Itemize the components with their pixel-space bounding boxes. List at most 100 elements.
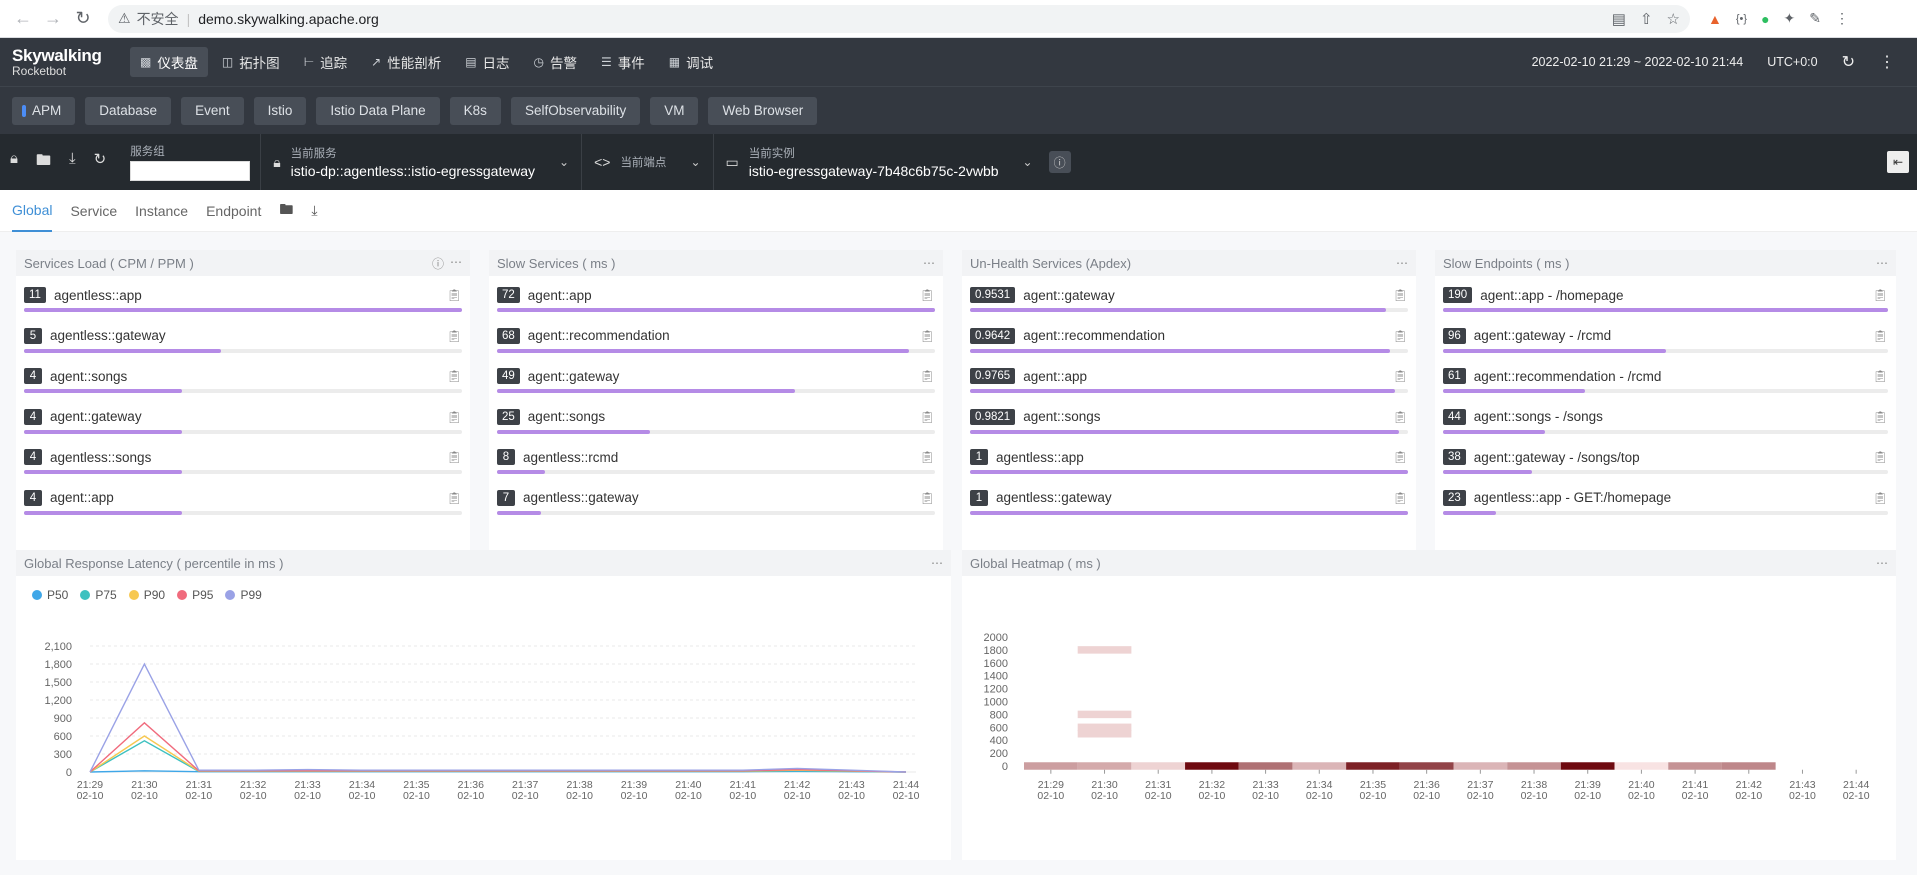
layer-tab-7[interactable]: VM	[650, 96, 699, 125]
clipboard-icon[interactable]: 📋︎	[1873, 410, 1888, 424]
list-item[interactable]: 190 agent::app - /homepage 📋︎	[1443, 282, 1888, 323]
clipboard-icon[interactable]: 📋︎	[447, 329, 462, 343]
layer-tab-6[interactable]: SelfObservability	[510, 96, 641, 125]
more-icon[interactable]: ⋯	[923, 256, 935, 270]
list-item[interactable]: 1 agentless::gateway 📋︎	[970, 485, 1408, 526]
instance-selector[interactable]: ▭ 当前实例 istio-egressgateway-7b48c6b75c-2v…	[712, 134, 1045, 190]
nav-item-7[interactable]: ▦ 调试	[659, 47, 723, 77]
layer-tab-3[interactable]: Istio	[253, 96, 307, 125]
list-item[interactable]: 23 agentless::app - GET:/homepage 📋︎	[1443, 485, 1888, 526]
reload-icon[interactable]: ↻	[68, 4, 98, 34]
list-item[interactable]: 96 agent::gateway - /rcmd 📋︎	[1443, 323, 1888, 364]
nav-item-0[interactable]: ▩ 仪表盘	[130, 47, 208, 77]
clipboard-icon[interactable]: 📋︎	[920, 329, 935, 343]
list-item[interactable]: 44 agent::songs - /songs 📋︎	[1443, 404, 1888, 445]
info-icon[interactable]: ⓘ	[432, 255, 444, 272]
evernote-icon[interactable]: ●	[1761, 11, 1769, 27]
refresh-icon[interactable]: ↻	[1842, 52, 1855, 72]
layer-tab-5[interactable]: K8s	[449, 96, 501, 125]
puzzle-icon[interactable]: ✦	[1784, 10, 1796, 27]
clipboard-icon[interactable]: 📋︎	[1393, 369, 1408, 383]
menu-icon[interactable]: ⋮	[1835, 10, 1849, 27]
more-icon[interactable]: ⋯	[1876, 256, 1888, 270]
bookmark-star-icon[interactable]: ☆	[1667, 10, 1680, 28]
layer-tab-1[interactable]: Database	[85, 96, 172, 125]
list-item[interactable]: 11 agentless::app 📋︎	[24, 282, 462, 323]
json-extension-icon[interactable]: {•}	[1736, 13, 1747, 25]
download-icon[interactable]: ⤓	[69, 150, 76, 175]
nav-item-6[interactable]: ☰ 事件	[591, 47, 655, 77]
legend-item[interactable]: P95	[177, 588, 213, 602]
list-item[interactable]: 0.9642 agent::recommendation 📋︎	[970, 323, 1408, 364]
list-item[interactable]: 61 agent::recommendation - /rcmd 📋︎	[1443, 363, 1888, 404]
more-icon[interactable]: ⋯	[1396, 256, 1408, 270]
dashboard-tab-3[interactable]: Endpoint	[206, 190, 261, 232]
timezone[interactable]: UTC+0:0	[1767, 55, 1817, 69]
layer-tab-8[interactable]: Web Browser	[708, 96, 818, 125]
clipboard-icon[interactable]: 📋︎	[920, 288, 935, 302]
clipboard-icon[interactable]: 📋︎	[1873, 450, 1888, 464]
profile-icon[interactable]: ✎	[1809, 10, 1821, 27]
list-item[interactable]: 72 agent::app 📋︎	[497, 282, 935, 323]
layer-tab-4[interactable]: Istio Data Plane	[316, 96, 440, 125]
folder-icon[interactable]: 🖿	[279, 199, 293, 223]
nav-item-5[interactable]: ◷ 告警	[524, 47, 587, 77]
list-item[interactable]: 4 agent::gateway 📋︎	[24, 404, 462, 445]
legend-item[interactable]: P90	[128, 588, 165, 602]
clipboard-icon[interactable]: 📋︎	[1393, 491, 1408, 505]
list-item[interactable]: 49 agent::gateway 📋︎	[497, 363, 935, 404]
list-item[interactable]: 4 agent::app 📋︎	[24, 485, 462, 526]
layer-tab-2[interactable]: Event	[181, 96, 244, 125]
forward-icon[interactable]: →	[38, 4, 68, 34]
nav-item-2[interactable]: ⊢ 追踪	[294, 47, 357, 77]
clipboard-icon[interactable]: 📋︎	[1393, 450, 1408, 464]
collapse-icon[interactable]: ⇤	[1887, 151, 1909, 173]
layer-tab-0[interactable]: APM	[12, 96, 76, 125]
list-item[interactable]: 1 agentless::app 📋︎	[970, 444, 1408, 485]
service-selector[interactable]: 🔒︎ 当前服务 istio-dp::agentless::istio-egres…	[260, 134, 581, 190]
legend-item[interactable]: P75	[80, 588, 117, 602]
more-icon[interactable]: ⋯	[450, 255, 462, 272]
more-icon[interactable]: ⋯	[1876, 556, 1888, 570]
sync-icon[interactable]: ↻	[94, 150, 107, 175]
dashboard-tab-2[interactable]: Instance	[135, 190, 188, 232]
list-item[interactable]: 0.9821 agent::songs 📋︎	[970, 404, 1408, 445]
list-item[interactable]: 4 agentless::songs 📋︎	[24, 444, 462, 485]
back-icon[interactable]: ←	[8, 4, 38, 34]
nav-item-4[interactable]: ▤ 日志	[455, 47, 519, 77]
folder-icon[interactable]: 🖿	[36, 150, 51, 175]
clipboard-icon[interactable]: 📋︎	[920, 410, 935, 424]
list-item[interactable]: 25 agent::songs 📋︎	[497, 404, 935, 445]
dashboard-tab-1[interactable]: Service	[70, 190, 117, 232]
share-icon[interactable]: ⇧	[1640, 10, 1653, 28]
clipboard-icon[interactable]: 📋︎	[920, 450, 935, 464]
clipboard-icon[interactable]: 📋︎	[1393, 410, 1408, 424]
extension-icon[interactable]: ▲	[1708, 11, 1722, 27]
more-menu-icon[interactable]: ⋮	[1879, 52, 1895, 72]
clipboard-icon[interactable]: 📋︎	[447, 410, 462, 424]
legend-item[interactable]: P99	[225, 588, 262, 602]
legend-item[interactable]: P50	[32, 588, 68, 602]
list-item[interactable]: 68 agent::recommendation 📋︎	[497, 323, 935, 364]
dashboard-tab-0[interactable]: Global	[12, 190, 53, 232]
list-item[interactable]: 5 agentless::gateway 📋︎	[24, 323, 462, 364]
clipboard-icon[interactable]: 📋︎	[447, 288, 462, 302]
clipboard-icon[interactable]: 📋︎	[920, 369, 935, 383]
list-item[interactable]: 38 agent::gateway - /songs/top 📋︎	[1443, 444, 1888, 485]
nav-item-1[interactable]: ◫ 拓扑图	[212, 47, 290, 77]
clipboard-icon[interactable]: 📋︎	[447, 369, 462, 383]
list-item[interactable]: 4 agent::songs 📋︎	[24, 363, 462, 404]
endpoint-selector[interactable]: <> 当前端点 ⌄	[581, 134, 712, 190]
more-icon[interactable]: ⋯	[931, 556, 943, 570]
clipboard-icon[interactable]: 📋︎	[1873, 288, 1888, 302]
clipboard-icon[interactable]: 📋︎	[1873, 369, 1888, 383]
lock-icon[interactable]: 🔒︎	[10, 150, 18, 175]
list-item[interactable]: 7 agentless::gateway 📋︎	[497, 485, 935, 526]
service-group-input[interactable]	[130, 161, 251, 181]
clipboard-icon[interactable]: 📋︎	[447, 491, 462, 505]
list-item[interactable]: 8 agentless::rcmd 📋︎	[497, 444, 935, 485]
clipboard-icon[interactable]: 📋︎	[1873, 491, 1888, 505]
clipboard-icon[interactable]: 📋︎	[1393, 329, 1408, 343]
time-range[interactable]: 2022-02-10 21:29 ~ 2022-02-10 21:44	[1532, 55, 1744, 69]
clipboard-icon[interactable]: 📋︎	[1393, 288, 1408, 302]
